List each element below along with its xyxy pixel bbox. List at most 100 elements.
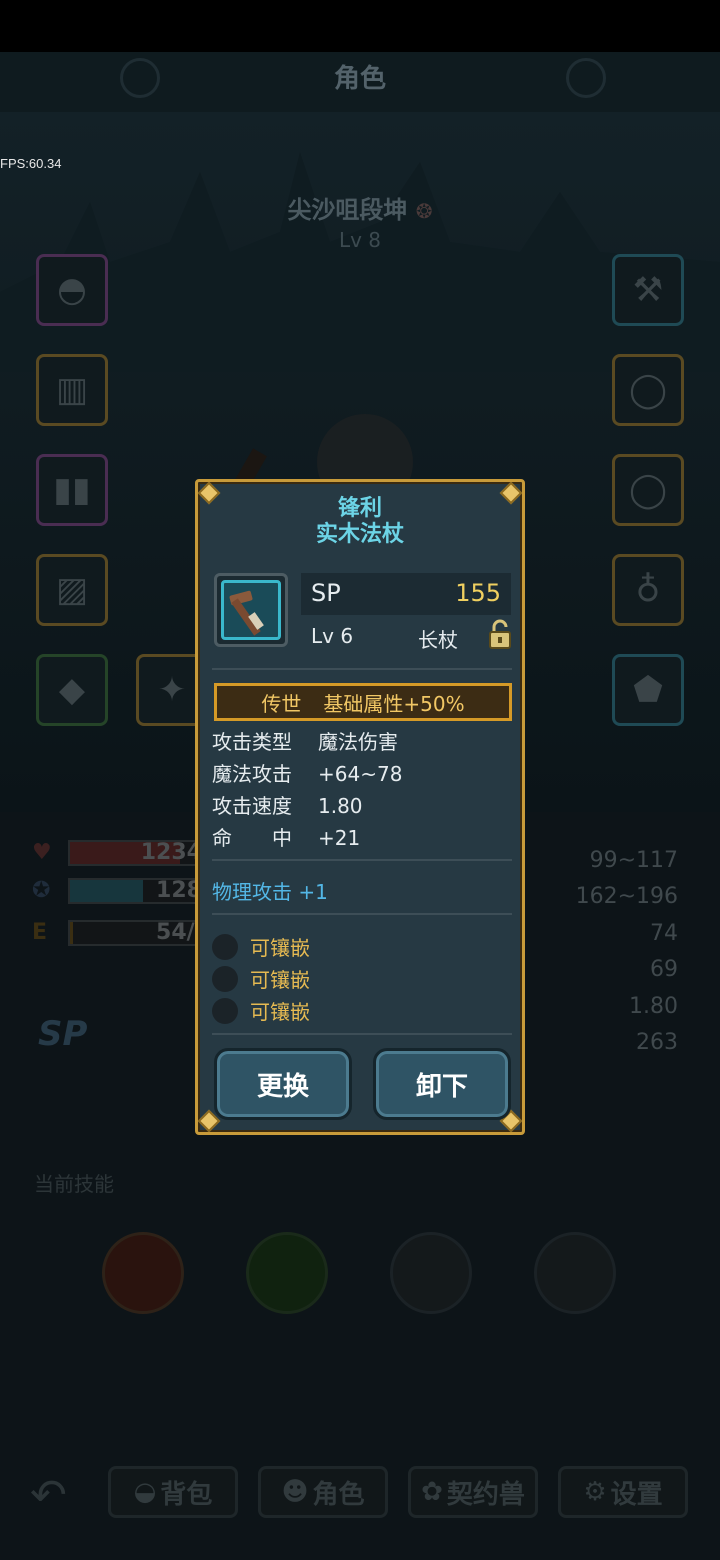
class-emblem-icon: ❂	[415, 199, 433, 223]
bonus-attribute: 物理攻击 +1	[212, 880, 328, 904]
paw-icon: ✿	[421, 1477, 443, 1507]
equip-slot-ring-1[interactable]: ◯	[612, 354, 684, 426]
divider	[212, 859, 512, 861]
equip-slot-gloves[interactable]: ▨	[36, 554, 108, 626]
gear-icon: ⚙	[583, 1477, 607, 1507]
stat-value: 69	[650, 957, 678, 982]
item-level: Lv 6	[311, 624, 354, 648]
socket-icon	[212, 934, 238, 960]
replace-button[interactable]: 更换	[214, 1048, 352, 1120]
skill-slot-empty[interactable]	[534, 1232, 616, 1314]
attribute-row: 攻击类型 魔法伤害	[212, 726, 398, 755]
attribute-value: +64~78	[318, 762, 403, 786]
scepter-icon: ✦	[157, 670, 187, 710]
staff-icon	[221, 580, 281, 640]
stat-value: 162~196	[575, 884, 678, 909]
gem-socket[interactable]: 可镶嵌	[212, 996, 412, 1024]
status-bar	[0, 0, 720, 52]
equip-slot-ring-2[interactable]: ◯	[612, 454, 684, 526]
skills-label: 当前技能	[34, 1172, 114, 1196]
nav-character-label: 角色	[312, 1479, 365, 1510]
energy-label: E	[32, 920, 48, 945]
item-detail-popup: 锋利 实木法杖 SP 155 Lv 6 长杖 传世 基础属性+50% 攻击类型 …	[195, 479, 525, 1135]
bag-icon: ◒	[133, 1477, 157, 1507]
character-icon: ☻	[281, 1477, 309, 1507]
stat-value: 74	[650, 921, 678, 946]
character-name: 尖沙咀段坤 ❂	[0, 190, 720, 225]
attribute-row: 魔法攻击 +64~78	[212, 758, 402, 787]
nav-pet-button[interactable]: ✿ 契约兽	[408, 1466, 538, 1518]
nav-settings-button[interactable]: ⚙ 设置	[558, 1466, 688, 1518]
back-arrow-icon[interactable]: ↶	[30, 1470, 67, 1521]
equip-slot-boots[interactable]: ▮▮	[36, 454, 108, 526]
socket-label: 可镶嵌	[250, 1000, 310, 1024]
page-title: 角色	[333, 64, 386, 94]
gem-socket[interactable]: 可镶嵌	[212, 932, 412, 960]
item-title: 锋利 实木法杖	[198, 496, 522, 548]
boots-icon: ▮▮	[53, 470, 91, 510]
item-type: 长杖	[418, 628, 458, 652]
equip-slot-helmet[interactable]: ◓	[36, 254, 108, 326]
necklace-icon: ♁	[635, 570, 661, 610]
equip-slot-cape[interactable]: ◆	[36, 654, 108, 726]
mana-icon: ✪	[32, 878, 51, 903]
skill-slot-nature[interactable]	[246, 1232, 328, 1314]
cape-icon: ◆	[58, 670, 86, 710]
ring-icon: ◯	[628, 470, 668, 510]
rarity-bonus: 基础属性+50%	[323, 691, 465, 716]
socket-icon	[212, 966, 238, 992]
stat-value: 263	[636, 1030, 678, 1055]
divider	[212, 913, 512, 915]
hp-stat: ♥ 1234/	[32, 838, 218, 868]
equip-slot-weapon[interactable]: ⚒	[612, 254, 684, 326]
character-level: Lv 8	[338, 228, 382, 252]
socket-label: 可镶嵌	[250, 968, 310, 992]
socket-label: 可镶嵌	[250, 936, 310, 960]
equip-slot-badge[interactable]: ⬟	[612, 654, 684, 726]
bottom-nav: ↶ ◒ 背包 ☻ 角色 ✿ 契约兽 ⚙ 设置	[0, 1450, 720, 1540]
page-header: 角色	[0, 52, 720, 112]
attribute-value: +21	[318, 826, 361, 850]
character-name-text: 尖沙咀段坤	[287, 196, 408, 224]
attribute-row: 攻击速度 1.80	[212, 790, 363, 819]
nav-settings-label: 设置	[610, 1479, 663, 1510]
equip-slot-necklace[interactable]: ♁	[612, 554, 684, 626]
staff-icon: ⚒	[632, 270, 664, 310]
item-prefix: 锋利	[337, 496, 382, 521]
skill-slot-fire[interactable]	[102, 1232, 184, 1314]
attribute-value: 魔法伤害	[318, 730, 398, 754]
shield-badge-icon: ⬟	[633, 670, 663, 710]
sp-value: 155	[455, 579, 501, 607]
unequip-button[interactable]: 卸下	[373, 1048, 511, 1120]
lock-icon[interactable]	[488, 618, 512, 650]
fps-counter: FPS:60.34	[0, 156, 62, 171]
socket-icon	[212, 998, 238, 1024]
skill-slot-empty[interactable]	[390, 1232, 472, 1314]
attribute-key: 攻击速度	[212, 794, 292, 818]
nav-bag-label: 背包	[160, 1479, 213, 1510]
attribute-row: 命 中 +21	[212, 822, 360, 851]
nav-bag-button[interactable]: ◒ 背包	[108, 1466, 238, 1518]
item-name: 实木法杖	[315, 522, 404, 547]
attribute-key: 命 中	[212, 826, 292, 850]
sp-label: SP	[311, 579, 341, 607]
header-ornament-right-icon	[566, 58, 606, 98]
hood-icon: ◓	[57, 270, 87, 310]
divider	[212, 668, 512, 670]
mp-stat: ✪ 128/	[32, 876, 218, 906]
rarity-label: 传世	[261, 691, 302, 716]
rarity-banner: 传世 基础属性+50%	[214, 683, 512, 721]
item-icon-frame	[214, 573, 288, 647]
armor-icon: ▥	[55, 370, 89, 410]
nav-character-button[interactable]: ☻ 角色	[258, 1466, 388, 1518]
nav-pet-label: 契约兽	[446, 1479, 525, 1510]
sp-row: SP 155	[301, 573, 511, 615]
game-screen: 角色 FPS:60.34 尖沙咀段坤 ❂ Lv 8 ◓ ▥ ▮▮ ▨ ◆ ✦ ⚒…	[0, 0, 720, 1560]
divider	[212, 1033, 512, 1035]
stat-value: 99~117	[589, 848, 678, 873]
attribute-value: 1.80	[318, 794, 363, 818]
equip-slot-armor[interactable]: ▥	[36, 354, 108, 426]
heart-icon: ♥	[32, 840, 52, 865]
gem-socket[interactable]: 可镶嵌	[212, 964, 412, 992]
bracer-icon: ▨	[55, 570, 89, 610]
